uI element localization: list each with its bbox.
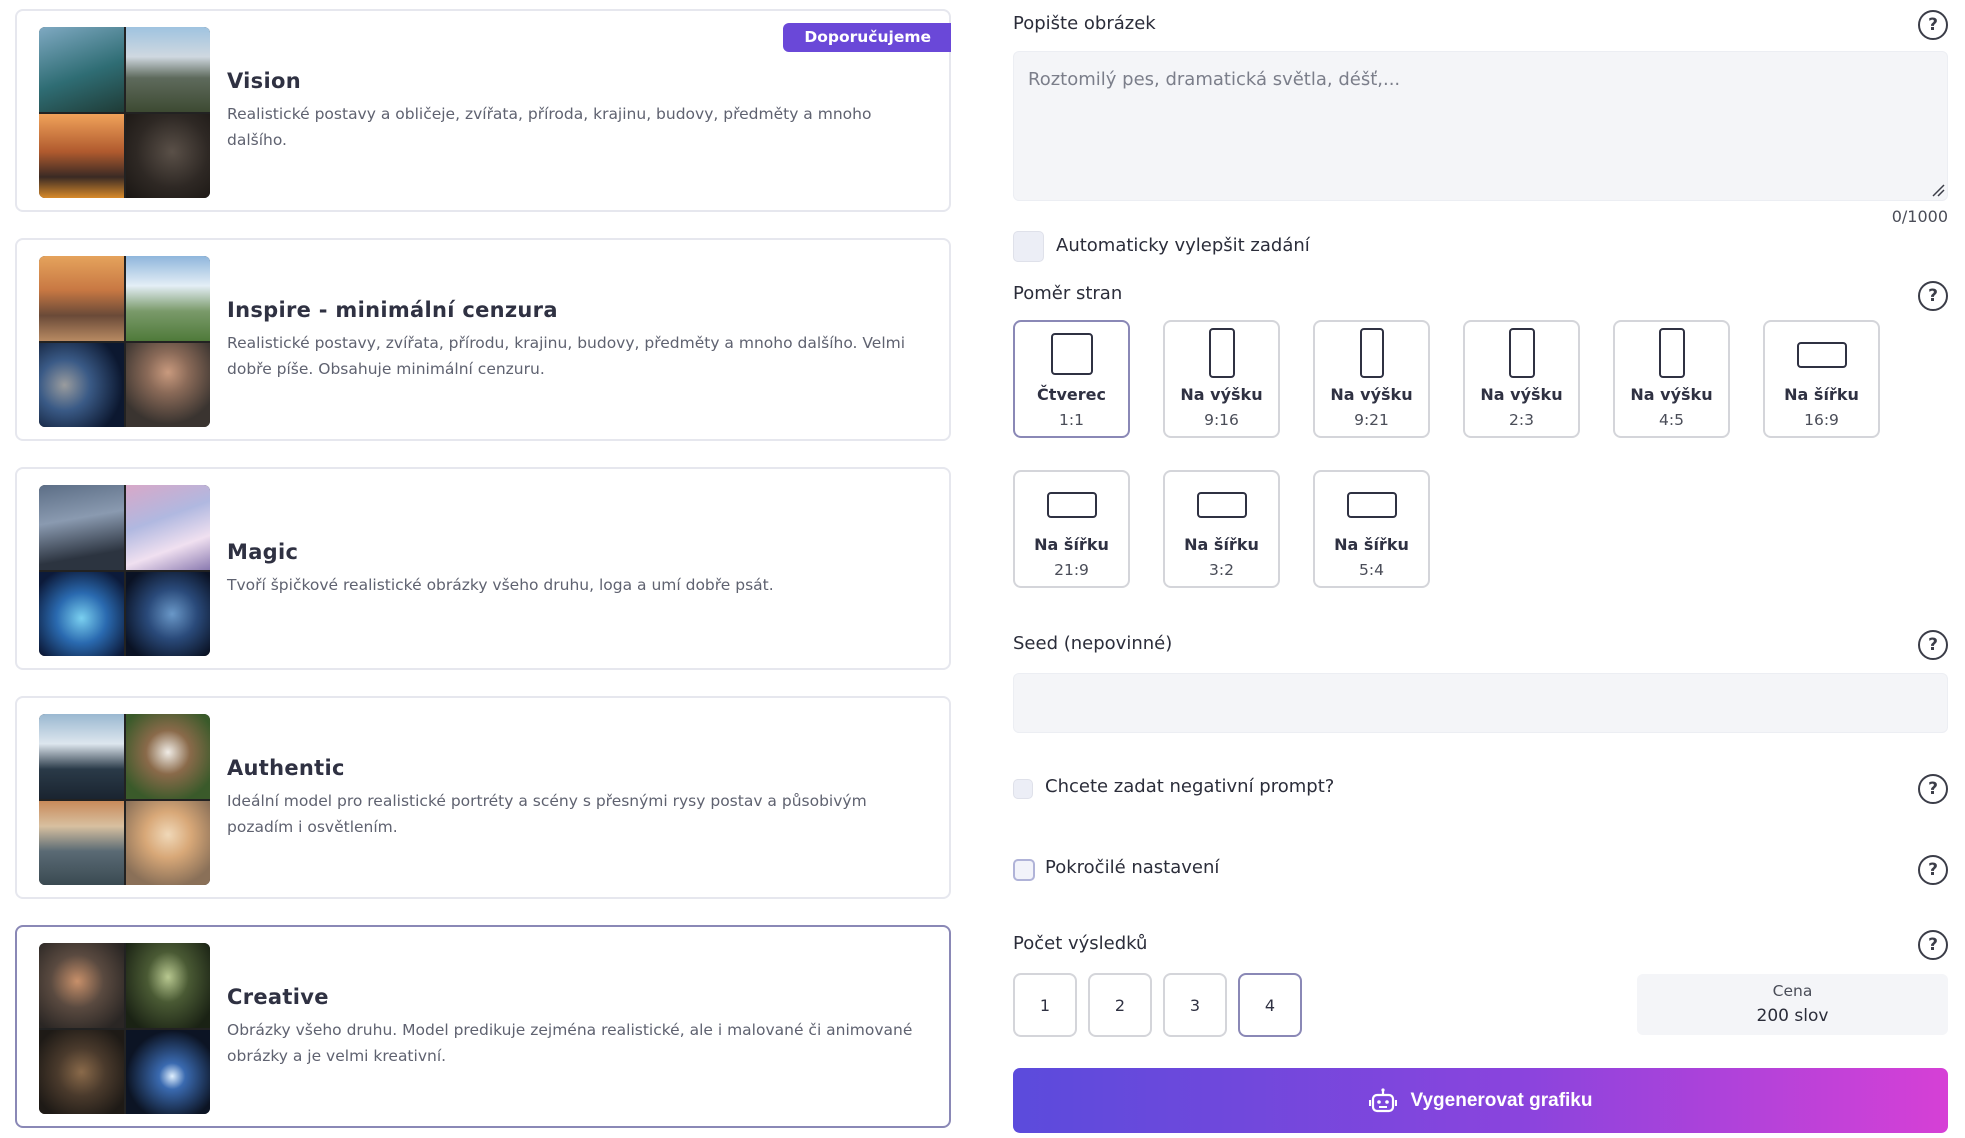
description-label: Popište obrázek xyxy=(1013,13,1156,34)
description-input[interactable] xyxy=(1013,51,1948,201)
model-card-text: Authentic Ideální model pro realistické … xyxy=(227,756,927,840)
resize-handle-icon[interactable] xyxy=(1931,183,1945,197)
results-count-option-2[interactable]: 2 xyxy=(1088,973,1152,1037)
ratio-option-21-9[interactable]: Na šířku 21:9 xyxy=(1013,470,1130,588)
model-title: Magic xyxy=(227,539,299,564)
results-count-option-3[interactable]: 3 xyxy=(1163,973,1227,1037)
generate-button-label: Vygenerovat grafiku xyxy=(1410,1089,1593,1111)
model-title: Authentic xyxy=(227,755,345,780)
price-label: Cena xyxy=(1772,982,1813,1000)
generate-button[interactable]: Vygenerovat grafiku xyxy=(1013,1068,1948,1133)
price-box: Cena 200 slov xyxy=(1637,974,1948,1035)
model-description: Realistické postavy, zvířata, přírodu, k… xyxy=(227,333,906,378)
model-card-magic[interactable]: Magic Tvoří špičkové realistické obrázky… xyxy=(15,467,951,670)
price-value: 200 slov xyxy=(1756,1006,1829,1026)
character-counter: 0/1000 xyxy=(1891,207,1948,226)
portrait-phone-icon xyxy=(1208,328,1235,378)
results-count-help-icon[interactable]: ? xyxy=(1918,930,1948,960)
model-card-creative[interactable]: Creative Obrázky všeho druhu. Model pred… xyxy=(15,925,951,1128)
model-card-text: Vision Realistické postavy a obličeje, z… xyxy=(227,69,927,153)
portrait-phone-icon xyxy=(1658,328,1685,378)
ratio-option-1-1[interactable]: Čtverec 1:1 xyxy=(1013,320,1130,438)
generation-form: Popište obrázek ? 0/1000 Automaticky vyl… xyxy=(1013,0,1948,1138)
aspect-ratio-help-icon[interactable]: ? xyxy=(1918,281,1948,311)
model-description: Tvoří špičkové realistické obrázky všeho… xyxy=(227,575,774,594)
ratio-option-9-21[interactable]: Na výšku 9:21 xyxy=(1313,320,1430,438)
ratio-option-2-3[interactable]: Na výšku 2:3 xyxy=(1463,320,1580,438)
recommended-badge: Doporučujeme xyxy=(783,23,951,52)
model-description: Ideální model pro realistické portréty a… xyxy=(227,791,867,836)
square-icon xyxy=(1050,333,1093,375)
model-title: Creative xyxy=(227,984,329,1009)
model-description: Obrázky všeho druhu. Model predikuje zej… xyxy=(227,1020,913,1065)
auto-improve-label: Automaticky vylepšit zadání xyxy=(1056,235,1310,256)
aspect-ratio-label: Poměr stran xyxy=(1013,283,1123,304)
model-title: Vision xyxy=(227,68,301,93)
results-count-option-1[interactable]: 1 xyxy=(1013,973,1077,1037)
negative-prompt-label: Chcete zadat negativní prompt? xyxy=(1045,776,1335,797)
negative-prompt-help-icon[interactable]: ? xyxy=(1918,774,1948,804)
model-thumbnail-inspire xyxy=(39,256,210,427)
portrait-phone-icon xyxy=(1508,328,1535,378)
portrait-phone-icon xyxy=(1359,328,1384,378)
model-card-vision[interactable]: Doporučujeme Vision Realistické postavy … xyxy=(15,9,951,212)
description-help-icon[interactable]: ? xyxy=(1918,10,1948,40)
ratio-option-3-2[interactable]: Na šířku 3:2 xyxy=(1163,470,1280,588)
model-thumbnail-magic xyxy=(39,485,210,656)
landscape-phone-icon xyxy=(1046,492,1097,518)
model-card-text: Inspire - minimální cenzura Realistické … xyxy=(227,298,927,382)
seed-label: Seed (nepovinné) xyxy=(1013,633,1173,654)
advanced-settings-help-icon[interactable]: ? xyxy=(1918,855,1948,885)
model-thumbnail-creative xyxy=(39,943,210,1114)
results-count-label: Počet výsledků xyxy=(1013,933,1148,954)
model-thumbnail-vision xyxy=(39,27,210,198)
model-card-text: Magic Tvoří špičkové realistické obrázky… xyxy=(227,540,927,598)
model-description: Realistické postavy a obličeje, zvířata,… xyxy=(227,104,872,149)
ratio-option-16-9[interactable]: Na šířku 16:9 xyxy=(1763,320,1880,438)
seed-help-icon[interactable]: ? xyxy=(1918,630,1948,660)
model-card-authentic[interactable]: Authentic Ideální model pro realistické … xyxy=(15,696,951,899)
model-card-inspire[interactable]: Inspire - minimální cenzura Realistické … xyxy=(15,238,951,441)
ratio-option-4-5[interactable]: Na výšku 4:5 xyxy=(1613,320,1730,438)
model-title: Inspire - minimální cenzura xyxy=(227,297,558,322)
results-count-option-4[interactable]: 4 xyxy=(1238,973,1302,1037)
seed-input[interactable] xyxy=(1013,673,1948,733)
advanced-settings-checkbox[interactable] xyxy=(1013,859,1035,881)
auto-improve-checkbox[interactable] xyxy=(1013,231,1044,262)
landscape-phone-icon xyxy=(1196,492,1247,518)
ratio-option-9-16[interactable]: Na výšku 9:16 xyxy=(1163,320,1280,438)
model-card-text: Creative Obrázky všeho druhu. Model pred… xyxy=(227,985,927,1069)
landscape-phone-icon xyxy=(1796,342,1847,368)
ratio-option-5-4[interactable]: Na šířku 5:4 xyxy=(1313,470,1430,588)
negative-prompt-checkbox[interactable] xyxy=(1013,779,1033,799)
advanced-settings-label: Pokročilé nastavení xyxy=(1045,857,1220,878)
robot-icon xyxy=(1368,1087,1397,1112)
model-thumbnail-authentic xyxy=(39,714,210,885)
landscape-phone-icon xyxy=(1346,492,1397,518)
